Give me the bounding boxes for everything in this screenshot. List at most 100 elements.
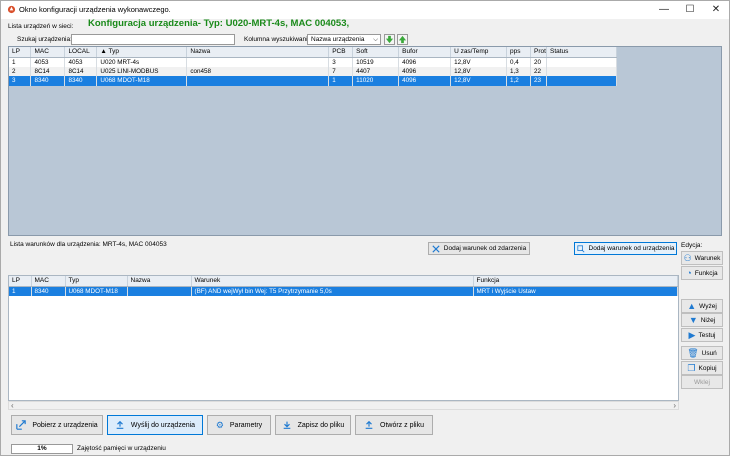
col-header[interactable]: MAC [31,276,66,287]
cell: 12,8V [450,66,508,76]
col-header[interactable]: Warunek [191,276,474,287]
cell [546,76,617,86]
open-from-file-button[interactable]: Otwórz z pliku [355,415,433,435]
cell: 10519 [352,57,400,67]
add-condition-event-button[interactable]: Dodaj warunek od zdarzenia [428,242,530,255]
copy-button[interactable]: ❐ Kopiuj [681,361,723,375]
memory-progress: 1% [11,444,73,454]
add-condition-device-button[interactable]: Dodaj warunek od urządzenia [574,242,677,255]
arrow-up-icon [398,35,407,44]
edit-label: Edycja: [681,242,703,249]
col-header[interactable]: Nazwa [186,47,330,58]
col-header[interactable]: LP [9,276,32,287]
move-up-button[interactable]: ▲ Wyżej [681,299,723,313]
move-down-button[interactable]: ▼ Niżej [681,313,723,327]
save-label: Zapisz do pliku [297,421,345,429]
memory-label: Zajętość pamięci w urządzeniu [77,445,166,452]
devices-grid: LP MAC LOCAL ▲ Typ Nazwa PCB Soft Bufor … [8,46,722,236]
add-condition-event-label: Dodaj warunek od zdarzenia [443,245,527,252]
chevron-down-icon: ⌵ [373,36,378,43]
copy-icon: ❐ [687,362,696,373]
conditions-table: LP MAC Typ Nazwa Warunek Funkcja 1 8340 … [9,276,678,296]
function-edit-button[interactable]: ◔ Funkcja [681,266,723,280]
cell: U068 MDOT-M18 [96,76,188,86]
upload-icon [116,420,124,429]
conditions-label: Lista warunków dla urządzenia: MRT-4s, M… [10,241,167,248]
col-header[interactable]: pps [506,47,532,58]
cell: 8C14 [30,66,66,76]
table-row-selected[interactable]: 3 8340 8340 U068 MDOT-M18 1 11020 4096 1… [9,76,617,86]
close-button[interactable]: ✕ [701,1,730,19]
cell [546,66,617,76]
delete-button[interactable]: 🗑 Usuń [681,346,723,360]
col-header[interactable]: PCB [328,47,354,58]
cell: 0,4 [506,57,532,67]
condition-edit-label: Warunek [694,254,721,262]
cell: 1 [9,286,32,296]
horizontal-scrollbar[interactable]: ‹ › [8,401,679,410]
paste-button[interactable]: Wklej [681,375,723,389]
col-header[interactable]: Typ [65,276,128,287]
col-header[interactable]: Funkcja [473,276,678,287]
arrow-down-icon [385,35,394,44]
col-header[interactable]: MAC [30,47,66,58]
cell [546,57,617,67]
fetch-from-device-button[interactable]: Pobierz z urządzenia [11,415,103,435]
cell: 4407 [352,66,400,76]
import-icon [16,420,27,430]
cell: 4096 [398,57,452,67]
condition-edit-button[interactable]: ⚇ Warunek [681,251,723,265]
cell: U068 MDOT-M18 [65,286,128,296]
col-header[interactable]: Prot [530,47,547,58]
config-window: Okno konfiguracji urządzenia wykonawczeg… [0,0,730,456]
window-title: Okno konfiguracji urządzenia wykonawczeg… [19,5,171,14]
cell: 3 [328,57,354,67]
scroll-left-icon[interactable]: ‹ [11,401,14,410]
save-to-file-button[interactable]: Zapisz do pliku [275,415,351,435]
move-down-label: Niżej [700,316,716,324]
parameters-button[interactable]: ⚙ Parametry [207,415,271,435]
conditions-header: LP MAC Typ Nazwa Warunek Funkcja [9,276,678,287]
devices-table: LP MAC LOCAL ▲ Typ Nazwa PCB Soft Bufor … [9,47,617,86]
table-row[interactable]: 1 4053 4053 U020 MRT-4s 3 10519 4096 12,… [9,57,617,67]
copy-label: Kopiuj [698,364,717,372]
cell: 4053 [30,57,66,67]
function-icon: ◔ [686,267,692,278]
fetch-label: Pobierz z urządzenia [32,421,98,429]
cell: (BF) AND wejWył bin Wej: T5 Przytrzymani… [191,286,474,296]
col-header[interactable]: Nazwa [127,276,192,287]
arrow-down-icon: ▼ [688,314,698,325]
sort-down-button[interactable] [384,34,395,45]
function-edit-label: Funkcja [694,269,718,277]
col-header[interactable]: LOCAL [64,47,98,58]
trash-icon: 🗑 [687,347,699,358]
table-row[interactable]: 2 8C14 8C14 U025 LINI-MODBUS con458 7 44… [9,66,617,76]
title-bar: Okno konfiguracji urządzenia wykonawczeg… [1,1,729,19]
sort-up-button[interactable] [397,34,408,45]
table-row-selected[interactable]: 1 8340 U068 MDOT-M18 (BF) AND wejWył bin… [9,286,678,296]
move-up-label: Wyżej [699,302,717,310]
send-to-device-button[interactable]: Wyślij do urządzenia [107,415,203,435]
col-header[interactable]: ▲ Typ [96,47,188,58]
cell: con458 [186,66,330,76]
cell: 8340 [64,76,98,86]
scroll-right-icon[interactable]: › [673,401,676,410]
cell: U020 MRT-4s [96,57,188,67]
test-button[interactable]: ▶ Testuj [681,328,723,342]
cell: 12,8V [450,57,508,67]
add-condition-device-label: Dodaj warunek od urządzenia [588,245,675,252]
col-header[interactable]: Status [546,47,617,58]
search-column-label: Kolumna wyszukiwania: [244,36,314,43]
col-header[interactable]: U zas/Temp [450,47,508,58]
cell: 1 [328,76,354,86]
search-input[interactable] [71,34,235,45]
cell: 1,3 [506,66,532,76]
conditions-grid: LP MAC Typ Nazwa Warunek Funkcja 1 8340 … [8,275,679,401]
app-icon [7,5,16,14]
search-column-select[interactable]: Nazwa urządzenia ⌵ [307,34,381,45]
open-label: Otwórz z pliku [380,421,424,429]
col-header[interactable]: Soft [352,47,400,58]
paste-label: Wklej [694,378,710,386]
col-header[interactable]: Bufor [398,47,452,58]
col-header[interactable]: LP [9,47,32,58]
